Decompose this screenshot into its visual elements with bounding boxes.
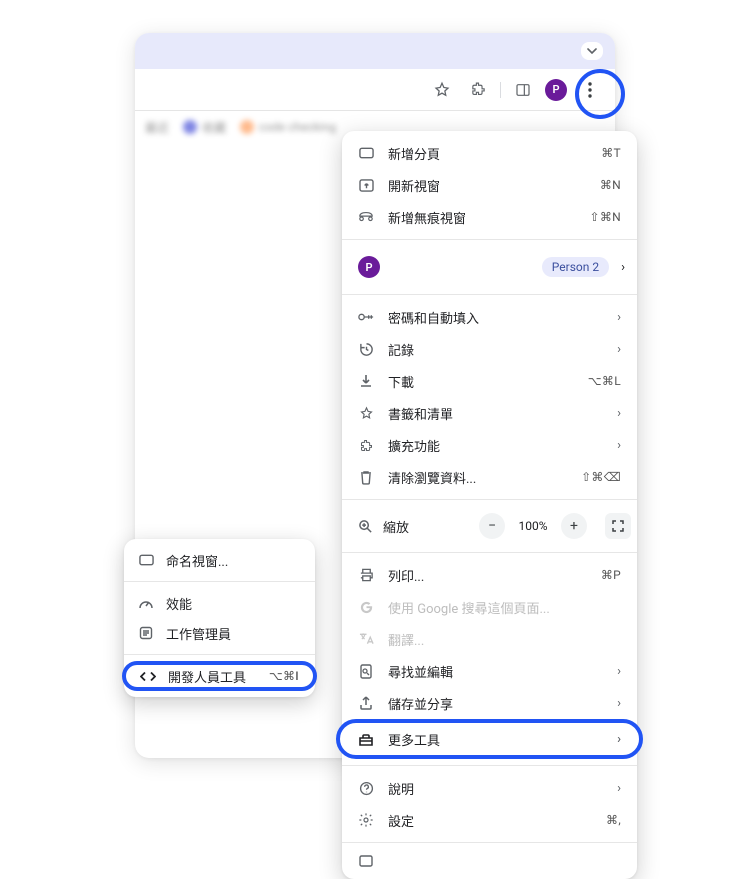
history-icon <box>358 342 374 357</box>
chevron-right-icon: › <box>617 438 621 453</box>
extensions-icon[interactable] <box>464 76 492 104</box>
menu-separator <box>342 765 637 766</box>
profile-avatar-small: P <box>358 256 380 278</box>
menu-profile[interactable]: P Person 2 › <box>342 246 637 288</box>
speedometer-icon <box>138 597 154 609</box>
window-icon <box>358 179 374 192</box>
trash-icon <box>358 470 374 485</box>
zoom-out-button[interactable]: − <box>479 513 505 539</box>
download-icon <box>358 374 374 388</box>
menu-bookmarks[interactable]: 書籤和清單 › <box>342 397 637 429</box>
print-icon <box>358 568 374 582</box>
chevron-right-icon: › <box>617 664 621 679</box>
toolbox-icon <box>358 733 374 746</box>
menu-passwords[interactable]: 密碼和自動填入 › <box>342 301 637 333</box>
main-menu: 新增分頁 ⌘T 開新視窗 ⌘N 新增無痕視窗 ⇧⌘N P Person 2 › … <box>342 131 637 879</box>
key-icon <box>358 312 374 322</box>
profile-avatar[interactable]: P <box>545 79 567 101</box>
zoom-icon <box>358 519 373 534</box>
chevron-right-icon: › <box>617 732 621 747</box>
star-icon[interactable] <box>428 76 456 104</box>
fullscreen-button[interactable] <box>605 513 631 539</box>
menu-print[interactable]: 列印... ⌘P <box>342 559 637 591</box>
submenu-dev-tools[interactable]: 開發人員工具 ⌥⌘I <box>122 661 317 691</box>
menu-history[interactable]: 記錄 › <box>342 333 637 365</box>
menu-separator <box>342 294 637 295</box>
menu-exit[interactable] <box>342 849 637 873</box>
code-icon <box>140 671 156 682</box>
toolbar-divider <box>500 82 501 98</box>
profile-badge: Person 2 <box>542 257 609 277</box>
kebab-menu-button[interactable] <box>575 75 605 105</box>
chevron-right-icon: › <box>617 406 621 421</box>
menu-separator <box>342 499 637 500</box>
menu-new-incognito[interactable]: 新增無痕視窗 ⇧⌘N <box>342 201 637 233</box>
submenu-separator <box>124 654 315 655</box>
menu-extensions[interactable]: 擴充功能 › <box>342 429 637 461</box>
translate-icon <box>358 632 374 646</box>
tab-icon <box>358 147 374 159</box>
task-icon <box>138 626 154 640</box>
tab-search-button[interactable] <box>581 42 603 60</box>
incognito-icon <box>358 211 374 223</box>
tab-strip <box>135 33 615 69</box>
chevron-right-icon: › <box>621 260 625 275</box>
menu-separator <box>342 239 637 240</box>
more-tools-submenu: 命名視窗... 效能 工作管理員 開發人員工具 ⌥⌘I <box>124 539 315 697</box>
puzzle-icon <box>358 438 374 453</box>
menu-more-tools[interactable]: 更多工具 › <box>336 719 643 759</box>
menu-save-share[interactable]: 儲存並分享 › <box>342 687 637 719</box>
sidepanel-icon[interactable] <box>509 76 537 104</box>
menu-settings[interactable]: 設定 ⌘, <box>342 804 637 836</box>
zoom-value: 100% <box>515 519 551 533</box>
menu-clear-data[interactable]: 清除瀏覽資料... ⇧⌘⌫ <box>342 461 637 493</box>
google-icon <box>358 600 374 615</box>
chevron-right-icon: › <box>617 781 621 796</box>
chevron-right-icon: › <box>617 310 621 325</box>
submenu-name-window[interactable]: 命名視窗... <box>124 545 315 575</box>
share-icon <box>358 696 374 710</box>
submenu-task-manager[interactable]: 工作管理員 <box>124 618 315 648</box>
menu-separator <box>342 842 637 843</box>
menu-zoom: 縮放 − 100% + <box>342 506 637 546</box>
menu-translate: 翻譯... <box>342 623 637 655</box>
exit-icon <box>358 855 374 867</box>
chevron-right-icon: › <box>617 696 621 711</box>
submenu-separator <box>124 581 315 582</box>
menu-new-tab[interactable]: 新增分頁 ⌘T <box>342 137 637 169</box>
toolbar: P <box>135 69 615 111</box>
submenu-performance[interactable]: 效能 <box>124 588 315 618</box>
menu-new-window[interactable]: 開新視窗 ⌘N <box>342 169 637 201</box>
star-icon <box>358 406 374 421</box>
help-icon <box>358 781 374 796</box>
browser-window: P 最近 收藏 code checking 新增分頁 ⌘T 開新視窗 ⌘N 新增… <box>135 33 615 758</box>
find-icon <box>358 664 374 679</box>
menu-find-edit[interactable]: 尋找並編輯 › <box>342 655 637 687</box>
menu-google-search: 使用 Google 搜尋這個頁面... <box>342 591 637 623</box>
menu-help[interactable]: 說明 › <box>342 772 637 804</box>
menu-separator <box>342 552 637 553</box>
chevron-right-icon: › <box>617 342 621 357</box>
menu-downloads[interactable]: 下載 ⌥⌘L <box>342 365 637 397</box>
gear-icon <box>358 812 374 828</box>
window-icon <box>138 554 154 566</box>
zoom-in-button[interactable]: + <box>561 513 587 539</box>
